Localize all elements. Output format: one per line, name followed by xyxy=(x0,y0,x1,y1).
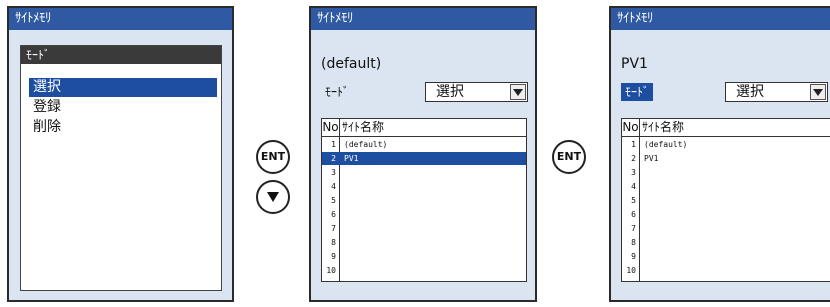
row-number: 9 xyxy=(631,252,636,261)
table-row[interactable]: 7 xyxy=(622,222,830,235)
table-row[interactable]: 3 xyxy=(322,166,526,179)
column-header-name: ｻｲﾄ名称 xyxy=(640,119,830,137)
row-number: 10 xyxy=(626,266,636,275)
down-button[interactable] xyxy=(256,180,290,214)
table-row[interactable]: 10 xyxy=(322,264,526,277)
row-number: 7 xyxy=(631,224,636,233)
row-number: 1 xyxy=(331,140,336,149)
table-row[interactable]: 5 xyxy=(322,194,526,207)
screen-title: ｻｲﾄﾒﾓﾘ xyxy=(611,8,830,30)
screen-site-result: ｻｲﾄﾒﾓﾘ PV1 ﾓｰﾄﾞ 選択 No ｻｲﾄ名称 1 (default) 2 P… xyxy=(609,6,830,302)
table-row[interactable]: 8 xyxy=(322,236,526,249)
mode-dropdown[interactable]: 選択 xyxy=(725,82,828,102)
table-row[interactable]: 10 xyxy=(622,264,830,277)
mode-value: 選択 xyxy=(736,84,764,100)
row-number: 4 xyxy=(631,182,636,191)
table-row[interactable]: 1 (default) xyxy=(322,138,526,151)
mode-label: ﾓｰﾄﾞ xyxy=(621,83,654,101)
table-row[interactable]: 5 xyxy=(622,194,830,207)
screen-title: ｻｲﾄﾒﾓﾘ xyxy=(9,8,232,30)
mode-value: 選択 xyxy=(436,84,464,100)
table-row[interactable]: 3 xyxy=(622,166,830,179)
down-arrow-icon xyxy=(267,192,279,202)
row-site-name: (default) xyxy=(344,140,388,149)
table-row[interactable]: 9 xyxy=(322,250,526,263)
site-label: PV1 xyxy=(621,56,648,72)
menu-item-select[interactable]: 選択 xyxy=(29,78,217,97)
row-number: 5 xyxy=(631,196,636,205)
menu-header: ﾓｰﾄﾞ xyxy=(21,46,221,64)
site-label: (default) xyxy=(321,56,382,72)
row-site-name: PV1 xyxy=(644,154,659,163)
table-row[interactable]: 4 xyxy=(322,180,526,193)
column-header-name: ｻｲﾄ名称 xyxy=(340,119,526,137)
row-number: 3 xyxy=(331,168,336,177)
row-site-name: (default) xyxy=(644,140,688,149)
screen-mode-menu: ｻｲﾄﾒﾓﾘ ﾓｰﾄﾞ 選択 登録 削除 xyxy=(7,6,234,302)
dropdown-arrow[interactable] xyxy=(510,84,526,100)
row-number: 8 xyxy=(631,238,636,247)
row-number: 4 xyxy=(331,182,336,191)
table-row[interactable]: 7 xyxy=(322,222,526,235)
row-number: 2 xyxy=(331,154,336,163)
menu-item-register[interactable]: 登録 xyxy=(29,98,217,117)
dropdown-arrow[interactable] xyxy=(810,84,826,100)
row-number: 5 xyxy=(331,196,336,205)
table-row[interactable]: 4 xyxy=(622,180,830,193)
row-number: 1 xyxy=(631,140,636,149)
table-row[interactable]: 6 xyxy=(322,208,526,221)
menu-item-delete[interactable]: 削除 xyxy=(29,118,217,137)
ent-button[interactable]: ENT xyxy=(256,140,290,174)
row-site-name: PV1 xyxy=(344,154,359,163)
table-row[interactable]: 1 (default) xyxy=(622,138,830,151)
table-row[interactable]: 2 PV1 xyxy=(622,152,830,165)
column-header-no: No xyxy=(622,119,640,137)
chevron-down-icon xyxy=(813,89,823,96)
table-row[interactable]: 2 PV1 xyxy=(322,152,526,165)
chevron-down-icon xyxy=(513,89,523,96)
row-number: 7 xyxy=(331,224,336,233)
screen-site-select: ｻｲﾄﾒﾓﾘ (default) ﾓｰﾄﾞ 選択 No ｻｲﾄ名称 1 (defa… xyxy=(309,6,537,302)
mode-label: ﾓｰﾄﾞ xyxy=(325,85,350,99)
row-number: 3 xyxy=(631,168,636,177)
table-row[interactable]: 6 xyxy=(622,208,830,221)
row-number: 6 xyxy=(331,210,336,219)
mode-menu: ﾓｰﾄﾞ 選択 登録 削除 xyxy=(20,45,222,291)
table-row[interactable]: 9 xyxy=(622,250,830,263)
table-row[interactable]: 8 xyxy=(622,236,830,249)
row-number: 9 xyxy=(331,252,336,261)
row-number: 6 xyxy=(631,210,636,219)
row-number: 2 xyxy=(631,154,636,163)
site-table: No ｻｲﾄ名称 1 (default) 2 PV1 3 4 5 6 7 8 9 10 xyxy=(621,118,830,282)
row-number: 10 xyxy=(326,266,336,275)
ent-button[interactable]: ENT xyxy=(552,140,586,174)
row-number: 8 xyxy=(331,238,336,247)
site-table: No ｻｲﾄ名称 1 (default) 2 PV1 3 4 5 6 7 8 9 10 xyxy=(321,118,527,282)
column-header-no: No xyxy=(322,119,340,137)
screen-title: ｻｲﾄﾒﾓﾘ xyxy=(311,8,535,30)
mode-dropdown[interactable]: 選択 xyxy=(425,82,528,102)
